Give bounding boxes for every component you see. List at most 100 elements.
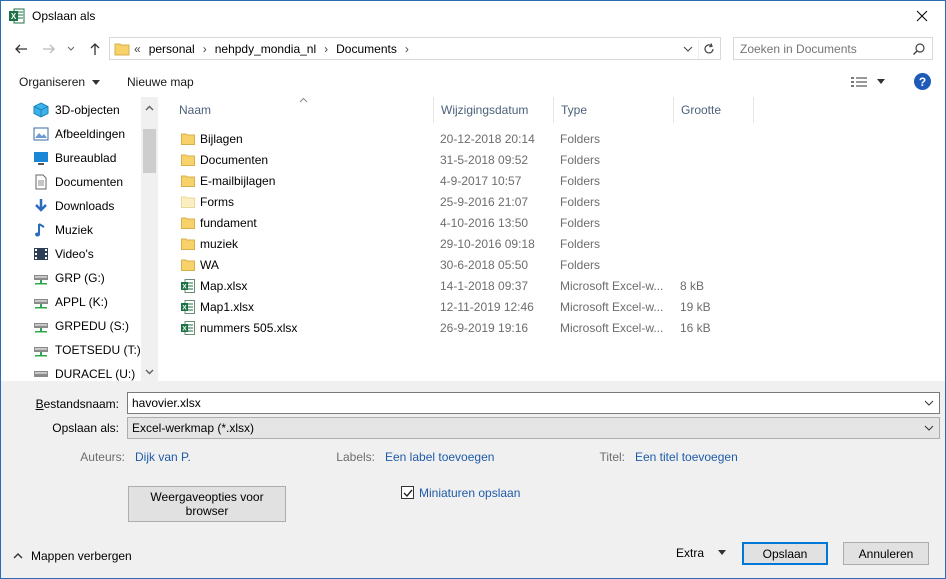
address-history-button[interactable]	[680, 41, 696, 57]
new-folder-button[interactable]: Nieuwe map	[127, 75, 194, 89]
folder-icon	[181, 133, 195, 145]
file-name: Forms	[200, 195, 234, 209]
savetype-label: Opslaan als:	[52, 421, 119, 435]
add-title-link[interactable]: Een titel toevoegen	[635, 450, 738, 464]
organize-button[interactable]: Organiseren	[19, 75, 101, 89]
nav-item-grpedu-drive[interactable]: GRPEDU (S:)	[33, 316, 129, 336]
file-row[interactable]: Documenten 31-5-2018 09:52 Folders	[171, 150, 771, 171]
column-header-name[interactable]: Naam	[171, 97, 433, 123]
chevron-down-icon	[924, 425, 934, 431]
nav-item-videos[interactable]: Video's	[33, 244, 94, 264]
nav-item-3d-objects[interactable]: 3D-objecten	[33, 100, 120, 120]
column-header-label: Wijzigingsdatum	[441, 103, 529, 117]
checkmark-icon	[403, 489, 413, 497]
nav-item-label: GRP (G:)	[55, 271, 105, 285]
authors-value[interactable]: Dijk van P.	[135, 450, 191, 464]
arrow-up-icon	[90, 43, 100, 55]
close-button[interactable]	[899, 1, 945, 31]
scrollbar-thumb[interactable]	[143, 129, 156, 173]
file-row[interactable]: WA 30-6-2018 05:50 Folders	[171, 255, 771, 276]
save-label: Opslaan	[762, 546, 808, 561]
chevron-down-icon[interactable]	[923, 397, 935, 409]
folder-icon	[181, 217, 195, 229]
folder-icon	[181, 175, 195, 187]
nav-item-desktop[interactable]: Bureaublad	[33, 148, 116, 168]
refresh-button[interactable]	[698, 39, 718, 59]
file-row[interactable]: X Map1.xlsx 12-11-2019 12:46 Microsoft Exce…	[171, 297, 771, 318]
forward-button[interactable]	[39, 39, 59, 59]
breadcrumb: « personal › nehpdy_mondia_nl › Document…	[134, 42, 417, 56]
nav-item-duracel-drive[interactable]: DURACEL (U:)	[33, 364, 135, 381]
file-date: 20-12-2018 20:14	[440, 132, 535, 146]
file-row[interactable]: fundament 4-10-2016 13:50 Folders	[171, 213, 771, 234]
nav-item-toetsedu-drive[interactable]: TOETSEDU (T:)	[33, 340, 141, 360]
file-date: 4-10-2016 13:50	[440, 216, 529, 230]
file-row[interactable]: Bijlagen 20-12-2018 20:14 Folders	[171, 129, 771, 150]
downloads-icon	[35, 199, 47, 212]
web-options-button[interactable]: Weergaveopties voor browser	[128, 486, 286, 522]
save-button[interactable]: Opslaan	[742, 542, 828, 565]
view-options-button[interactable]	[851, 74, 891, 90]
file-row[interactable]: Xnummers 505.xlsx 26-9-2019 19:16 Microsof…	[171, 318, 771, 339]
nav-item-documents[interactable]: Documenten	[33, 172, 123, 192]
nav-item-downloads[interactable]: Downloads	[33, 196, 114, 216]
nav-item-label: Downloads	[55, 199, 115, 213]
file-name: Documenten	[200, 153, 269, 167]
breadcrumb-documents[interactable]: Documents	[336, 42, 397, 56]
breadcrumb-chevron-icon[interactable]: ›	[316, 42, 336, 56]
column-header-size[interactable]: Grootte	[673, 97, 753, 123]
file-row[interactable]: E-mailbijlagen 4-9-2017 10:57 Folders	[171, 171, 771, 192]
thumbnails-checkbox[interactable]	[401, 486, 414, 499]
desktop-icon	[34, 152, 48, 165]
scroll-up-button[interactable]	[141, 99, 158, 116]
excel-app-icon: X	[9, 8, 25, 24]
back-button[interactable]	[11, 39, 31, 59]
file-type: Folders	[560, 174, 601, 188]
address-bar[interactable]: « personal › nehpdy_mondia_nl › Document…	[109, 37, 721, 60]
breadcrumb-chevron-icon[interactable]: ›	[195, 42, 215, 56]
up-button[interactable]	[85, 39, 105, 59]
documents-icon	[35, 174, 47, 190]
search-box[interactable]	[733, 37, 933, 60]
nav-item-music[interactable]: Muziek	[33, 220, 93, 240]
file-type: Microsoft Excel-w...	[560, 321, 664, 335]
file-row[interactable]: Forms 25-9-2016 21:07 Folders	[171, 192, 771, 213]
column-header-label: Naam	[179, 103, 212, 117]
nav-item-appl-drive[interactable]: APPL (K:)	[33, 292, 108, 312]
filename-field[interactable]: havovier.xlsx	[127, 392, 940, 414]
column-header-type[interactable]: Type	[553, 97, 673, 123]
folder-icon	[181, 238, 195, 250]
search-input[interactable]	[740, 41, 905, 57]
network-drive-icon	[34, 299, 48, 309]
savetype-select[interactable]: Excel-werkmap (*.xlsx)	[127, 417, 940, 439]
file-row[interactable]: muziek 29-10-2016 09:18 Folders	[171, 234, 771, 255]
nav-item-pictures[interactable]: Afbeeldingen	[33, 124, 125, 144]
file-type: Folders	[560, 237, 601, 251]
column-header-date[interactable]: Wijzigingsdatum	[433, 97, 553, 123]
details-view-icon	[851, 77, 867, 87]
file-date: 4-9-2017 10:57	[440, 174, 522, 188]
add-tag-link[interactable]: Een label toevoegen	[385, 450, 494, 464]
file-type: Folders	[560, 216, 601, 230]
column-divider[interactable]	[753, 97, 754, 123]
hide-folders-toggle[interactable]: Mappen verbergen	[13, 549, 132, 563]
breadcrumb-nehpdy-mondia-nl[interactable]: nehpdy_mondia_nl	[215, 42, 316, 56]
file-type: Folders	[560, 153, 601, 167]
recent-locations-button[interactable]	[64, 39, 78, 59]
file-type: Folders	[560, 258, 601, 272]
dropdown-arrow-icon	[92, 80, 101, 85]
help-button[interactable]: ?	[914, 73, 931, 90]
scroll-down-button[interactable]	[141, 363, 158, 380]
folder-icon	[181, 259, 195, 271]
dropdown-arrow-icon	[718, 550, 727, 555]
breadcrumb-personal[interactable]: personal	[149, 42, 195, 56]
tools-button[interactable]: Extra	[676, 546, 727, 560]
breadcrumb-chevron-icon[interactable]: ›	[397, 42, 417, 56]
file-date: 31-5-2018 09:52	[440, 153, 529, 167]
cancel-button[interactable]: Annuleren	[843, 542, 929, 565]
file-row[interactable]: X Map.xlsx 14-1-2018 09:37 Microsoft Excel-…	[171, 276, 771, 297]
breadcrumb-overflow[interactable]: «	[134, 42, 141, 56]
thumbnails-label[interactable]: Miniaturen opslaan	[419, 486, 520, 500]
arrow-left-icon	[15, 44, 27, 54]
nav-item-grp-drive[interactable]: GRP (G:)	[33, 268, 105, 288]
